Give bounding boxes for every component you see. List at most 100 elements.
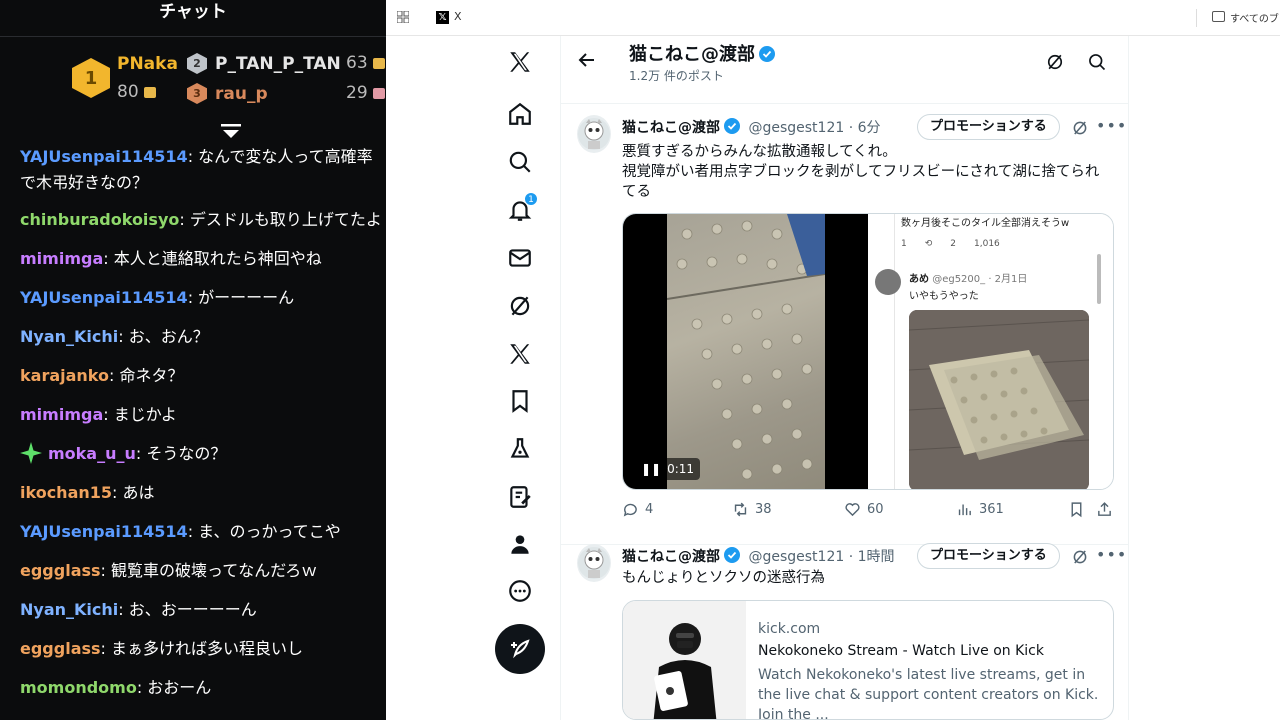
bookmark-icon [1071,502,1082,518]
premium-x-icon[interactable] [482,334,558,374]
chat-text: : まぁ多ければ多い程良いし [100,639,304,658]
jobs-flask-icon[interactable] [482,429,558,469]
chat-username[interactable]: mimimga [20,249,103,268]
chat-username[interactable]: YAJUsenpai114514 [20,288,188,307]
scrollbar [1097,254,1101,304]
notification-badge: 1 [524,192,538,206]
leaderboard-points-3: 29 [346,83,385,103]
leaderboard-name-3: rau_p [215,83,268,104]
like-button[interactable]: 60 [844,501,884,518]
leaderboard-first: 1 [72,58,110,98]
chat-username[interactable]: momondomo [20,678,137,697]
verified-badge-icon [724,547,740,563]
leaderboard-row-2[interactable]: 2 P_TAN_P_TAN [187,53,341,74]
post-button[interactable] [495,624,545,674]
bookmark-button[interactable] [1068,501,1085,518]
embedded-repost-icon: ⟲ [924,239,933,249]
notifications-icon[interactable]: 1 [482,190,558,230]
embedded-reply-count: 1 [901,239,907,249]
points-value: 80 [117,82,139,102]
folder-icon [1212,11,1225,22]
video-timestamp: 0:11 [667,462,695,476]
chat-text: : 観覧車の破壊ってなんだろｗ [100,561,318,580]
promote-button[interactable]: プロモーションする [917,114,1060,140]
chat-username[interactable]: Nyan_Kichi [20,327,118,346]
bookmarks-folder[interactable]: すべてのブ [1230,10,1279,25]
chat-message: moka_u_u: そうなの？ [20,441,386,467]
chat-username[interactable]: eggglass [20,561,101,580]
more-options-icon[interactable]: ••• [1096,116,1127,135]
profile-header: 猫こねこ@渡部 1.2万 件のポスト [561,36,1128,88]
more-icon[interactable] [482,571,558,611]
chat-username[interactable]: Nyan_Kichi [20,600,118,619]
chat-username[interactable]: YAJUsenpai114514 [20,522,188,541]
tweet-media[interactable]: ❚❚ 0:11 数ヶ月後そこのタイル全部消えそうw 1 ⟲ 2 1,016 あめ … [622,213,1114,490]
chat-username[interactable]: ikochan15 [20,483,112,502]
avatar[interactable] [577,115,611,153]
grok-icon[interactable] [1045,52,1065,72]
profile-timeline[interactable]: 猫こねこ@渡部 1.2万 件のポスト 猫こねこ@渡部 @gesgest121 ·… [560,36,1129,720]
repost-button[interactable]: 38 [732,501,772,518]
collapse-leaderboard-icon[interactable] [219,122,243,142]
pause-icon[interactable]: ❚❚ [641,462,661,476]
views-button[interactable]: 361 [956,501,1004,518]
chat-text: : そうなの？ [135,444,227,463]
back-arrow-icon[interactable] [577,50,597,70]
leaderboard: 1 PNaka 80 2 P_TAN_P_TAN 63 3 rau_p 29 [0,42,386,124]
leaderboard-row-3[interactable]: 3 rau_p [187,83,268,104]
chat-title: チャット [159,2,227,22]
card-domain: kick.com [758,621,821,637]
tab-x[interactable]: X [454,10,462,23]
tweet[interactable]: 猫こねこ@渡部 @gesgest121 · 6分 プロモーションする ••• 悪… [561,105,1128,545]
chat-message: momondomo: おおーん [20,675,386,701]
chat-message: mimimga: 本人と連絡取れたら神回やね [20,246,386,272]
chat-text: : まじかよ [103,405,177,424]
chat-username[interactable]: chinburadokoisyo [20,210,179,229]
video-controls[interactable]: ❚❚ 0:11 [635,458,701,480]
x-logo-icon[interactable] [482,42,558,82]
compose-note-icon[interactable] [482,477,558,517]
share-button[interactable] [1096,501,1113,518]
verified-badge-icon [724,118,740,134]
link-card[interactable]: kick.com Nekokoneko Stream - Watch Live … [622,600,1114,720]
chat-text: : がーーーーん [187,288,295,307]
heart-icon [845,503,860,517]
card-thumbnail [623,601,746,719]
embedded-user: あめ [909,274,929,285]
tab-grid-icon[interactable] [397,11,409,23]
chat-message: YAJUsenpai114514: ま、のっかってこや [20,519,386,545]
chat-username[interactable]: eggglass [20,639,101,658]
grok-icon[interactable] [482,286,558,326]
author-name[interactable]: 猫こねこ@渡部 [622,549,720,565]
grok-icon[interactable] [1071,548,1089,566]
avatar[interactable] [577,544,611,582]
chat-username[interactable]: karajanko [20,366,109,385]
gift-icon [372,57,385,69]
divider [1196,9,1197,27]
chat-message: YAJUsenpai114514: なんで変な人って高確率で木弔好きなの？ [20,144,386,196]
search-icon[interactable] [482,142,558,182]
chat-username[interactable]: mimimga [20,405,103,424]
messages-icon[interactable] [482,238,558,278]
chat-username[interactable]: YAJUsenpai114514 [20,147,188,166]
author-handle-time[interactable]: @gesgest121 · 6分 [748,120,880,136]
home-icon[interactable] [482,94,558,134]
chat-text: : 本人と連絡取れたら神回やね [103,249,322,268]
leaderboard-name-1[interactable]: PNaka [117,54,178,74]
x-favicon-icon: 𝕏 [436,11,449,24]
browser-window: 𝕏 X すべてのブ 1 猫こねこ@渡部 1.2万 件のポスト 猫こねこ@渡部 @… [386,0,1280,720]
video-player[interactable]: ❚❚ 0:11 [623,214,868,489]
chat-panel: チャット 1 PNaka 80 2 P_TAN_P_TAN 63 3 rau_p… [0,0,386,720]
author-handle-time[interactable]: @gesgest121 · 1時間 [748,549,894,565]
reply-button[interactable]: 4 [622,501,653,518]
author-name[interactable]: 猫こねこ@渡部 [622,120,720,136]
promote-button[interactable]: プロモーションする [917,543,1060,569]
search-icon[interactable] [1087,52,1107,72]
chat-text: : おおーん [136,678,212,697]
bookmark-icon[interactable] [482,381,558,421]
profile-icon[interactable] [482,524,558,564]
more-options-icon[interactable]: ••• [1096,545,1127,564]
chat-username[interactable]: moka_u_u [48,444,136,463]
grok-icon[interactable] [1071,119,1089,137]
previous-post-actions [561,88,1128,104]
